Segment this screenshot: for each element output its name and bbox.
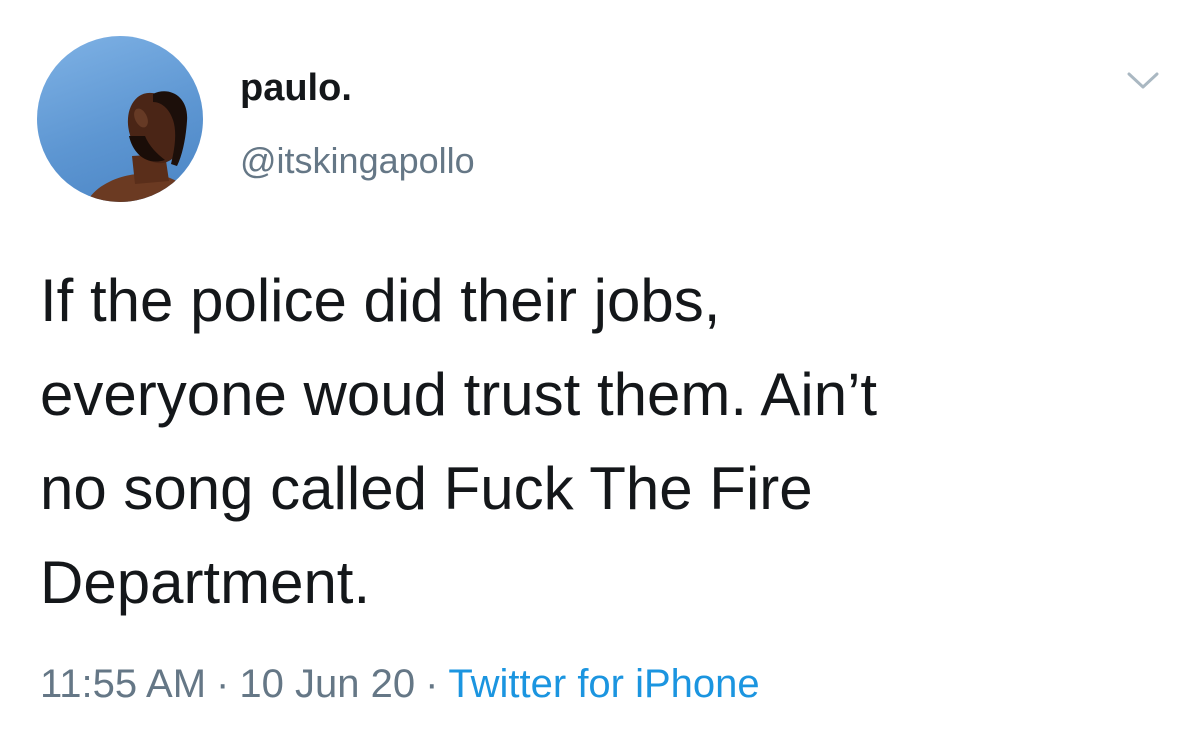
- author-handle[interactable]: @itskingapollo: [240, 140, 475, 182]
- tweet-date[interactable]: 10 Jun 20: [239, 662, 415, 706]
- separator-dot: ·: [425, 662, 439, 706]
- tweet-time[interactable]: 11:55 AM: [40, 662, 206, 706]
- avatar-photo: [87, 91, 203, 202]
- tweet-card: paulo. @itskingapollo If the police did …: [0, 0, 1200, 751]
- author-display-name[interactable]: paulo.: [240, 66, 352, 110]
- separator-dot: ·: [216, 662, 230, 706]
- tweet-metadata: 11:55 AM · 10 Jun 20 · Twitter for iPhone: [40, 656, 760, 712]
- chevron-down-icon[interactable]: [1123, 66, 1163, 96]
- tweet-source-link[interactable]: Twitter for iPhone: [448, 662, 759, 706]
- tweet-text: If the police did their jobs, everyone w…: [40, 267, 878, 616]
- author-avatar[interactable]: [37, 36, 203, 202]
